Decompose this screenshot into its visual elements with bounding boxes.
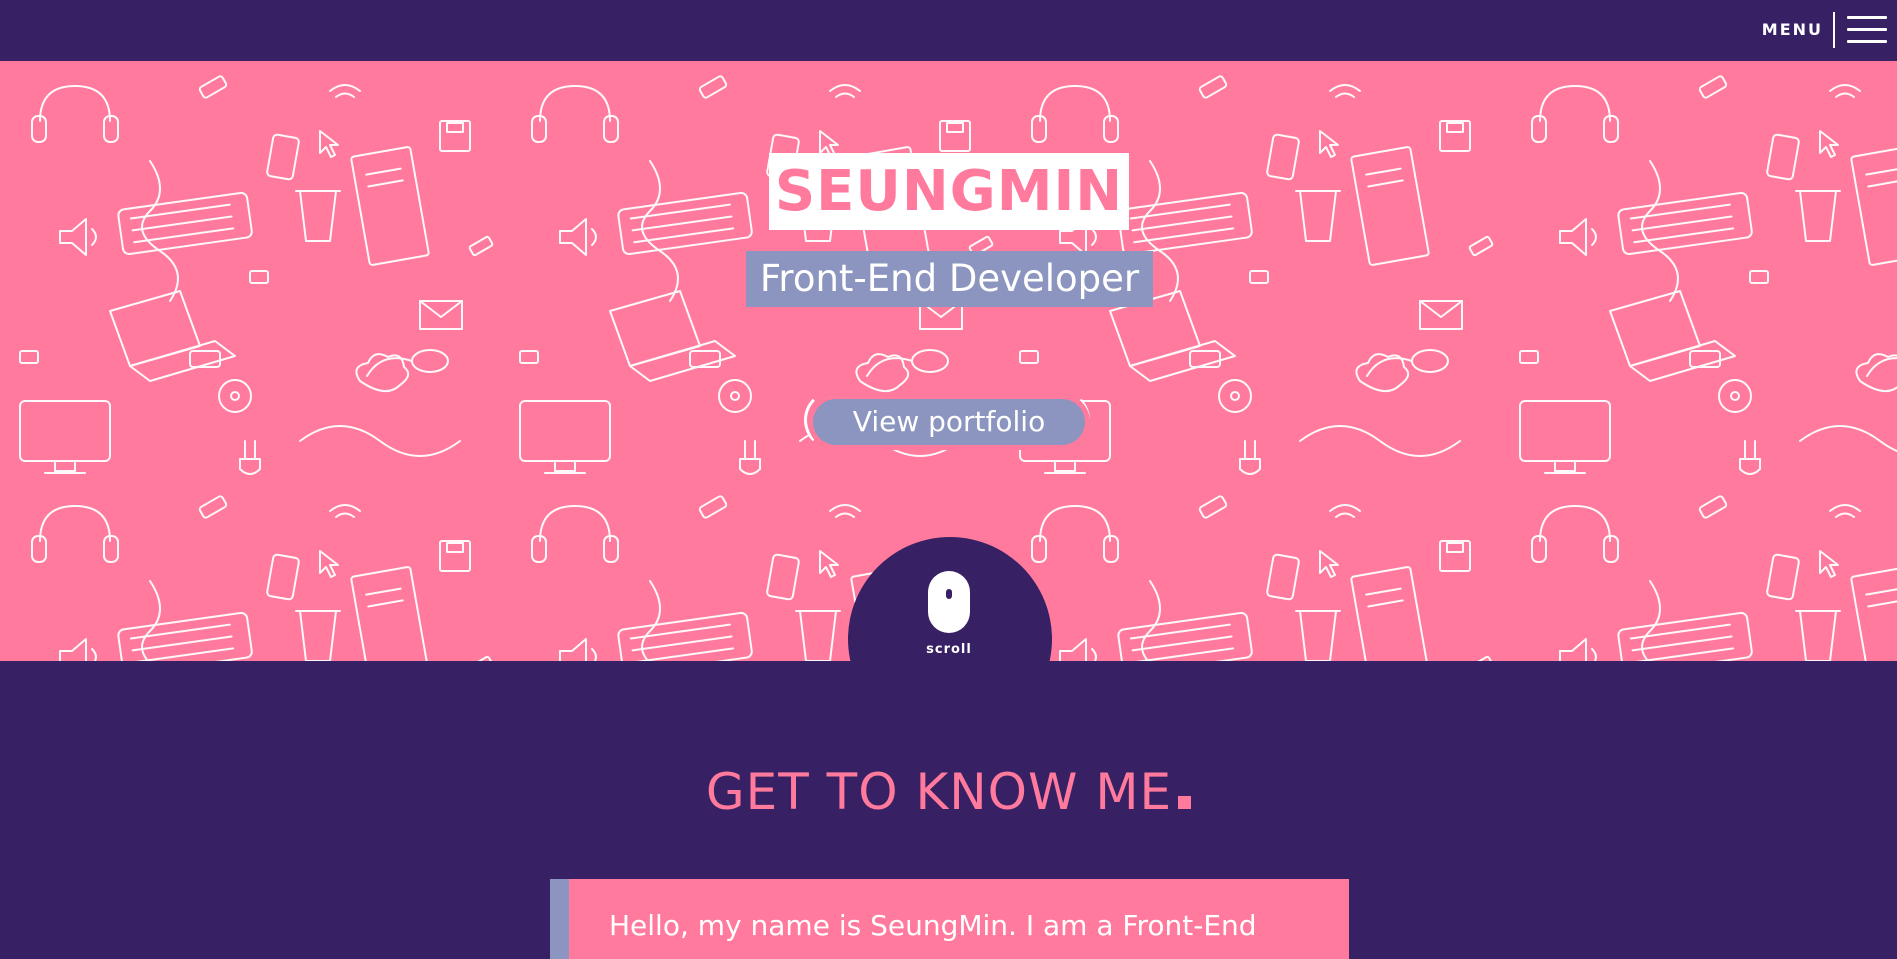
- hero-name: SEUNGMIN: [774, 159, 1124, 224]
- title-accent-dot: [1178, 796, 1192, 809]
- menu-label[interactable]: MENU: [1762, 20, 1823, 39]
- about-intro-text: Hello, my name is SeungMin. I am a Front…: [609, 909, 1257, 942]
- view-portfolio-label: View portfolio: [852, 405, 1046, 438]
- top-navbar: MENU: [0, 0, 1897, 61]
- hero-role-badge: Front-End Developer: [746, 251, 1153, 307]
- menu-divider: [1833, 12, 1835, 48]
- hero-role: Front-End Developer: [759, 257, 1140, 300]
- mouse-icon[interactable]: [928, 571, 970, 633]
- section-title: GET TO KNOW ME: [0, 763, 1897, 821]
- scroll-label[interactable]: scroll: [898, 642, 1000, 657]
- view-portfolio-button[interactable]: View portfolio: [808, 394, 1090, 450]
- section-title-text: GET TO KNOW ME: [705, 763, 1173, 821]
- about-card: Hello, my name is SeungMin. I am a Front…: [550, 879, 1349, 959]
- hamburger-icon[interactable]: [1847, 14, 1887, 46]
- hero-name-badge: SEUNGMIN: [769, 153, 1129, 230]
- about-card-accent: [550, 879, 569, 959]
